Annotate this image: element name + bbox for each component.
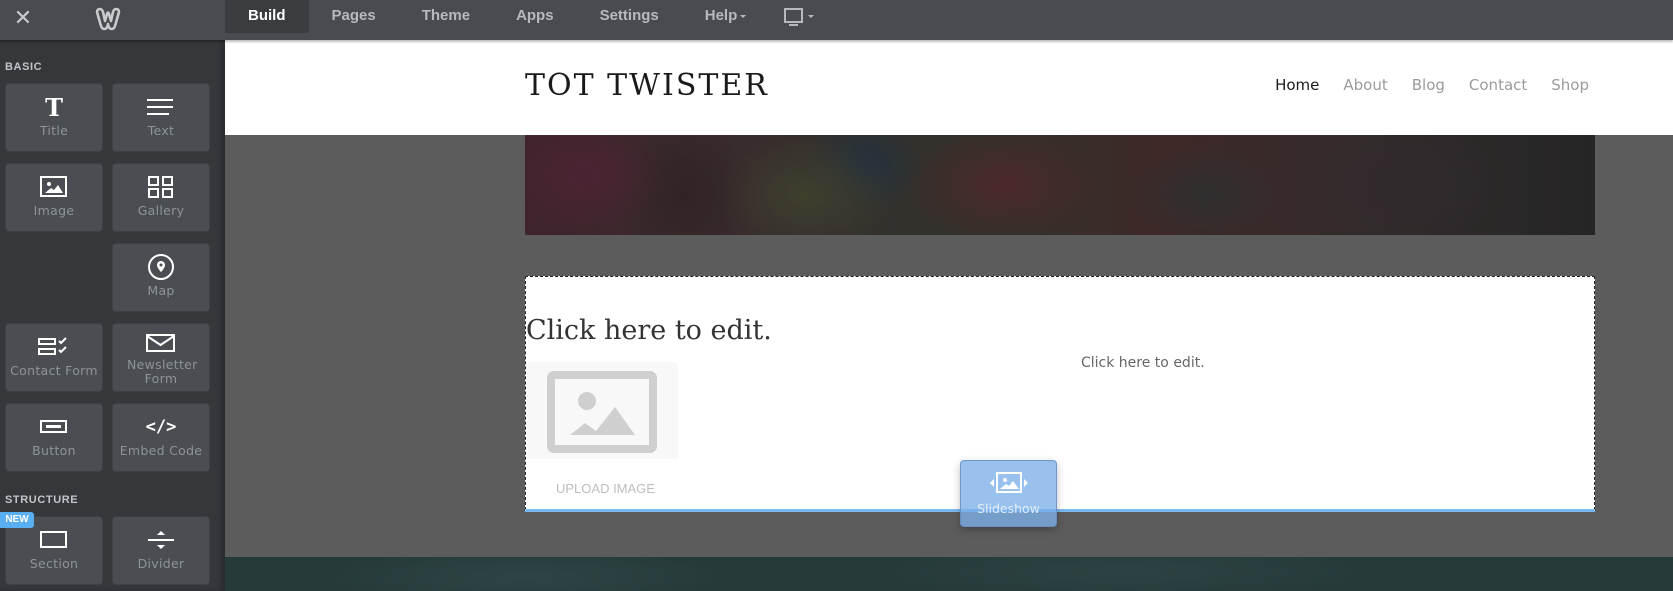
chevron-down-icon [808, 15, 815, 18]
image-placeholder[interactable] [526, 362, 678, 459]
element-label: Contact Form [10, 363, 98, 378]
slideshow-drag-ghost[interactable]: Slideshow [960, 460, 1057, 527]
element-button[interactable]: Button [5, 403, 103, 472]
element-label: Divider [137, 556, 185, 571]
site-header: TOT TWISTER Home About Blog Contact Shop [225, 40, 1673, 135]
editable-heading[interactable]: Click here to edit. [526, 315, 772, 346]
element-label: Gallery [137, 203, 185, 218]
image-placeholder-icon [547, 371, 657, 453]
section-title-basic: BASIC [5, 61, 43, 73]
element-contact-form[interactable]: Contact Form [5, 323, 103, 392]
element-label: Title [39, 123, 69, 138]
tab-help[interactable]: Help [682, 0, 770, 33]
element-label: Map [147, 283, 175, 298]
contact-form-icon [6, 334, 102, 360]
main-nav-tabs: Build Pages Theme Apps Settings Help [225, 0, 828, 33]
hero-banner-image[interactable] [525, 135, 1595, 235]
next-section-background [225, 557, 1673, 591]
hero-overlay [525, 135, 1595, 235]
element-embed-code[interactable]: </> Embed Code [112, 403, 210, 472]
element-label: Image [33, 203, 75, 218]
site-nav: Home About Blog Contact Shop [1251, 76, 1589, 94]
tab-apps[interactable]: Apps [493, 0, 577, 33]
element-label: Section [29, 556, 79, 571]
site-nav-home[interactable]: Home [1275, 76, 1319, 94]
elements-sidebar: BASIC T Title Text Image Gallery Map Con… [0, 40, 225, 591]
site-nav-about[interactable]: About [1343, 76, 1387, 94]
device-preview-button[interactable] [769, 0, 828, 33]
upload-image-link[interactable]: UPLOAD IMAGE [556, 481, 655, 496]
page-canvas: TOT TWISTER Home About Blog Contact Shop… [225, 40, 1673, 591]
element-image[interactable]: Image [5, 163, 103, 232]
title-T-icon: T [45, 92, 63, 122]
section-title-structure: STRUCTURE [5, 494, 79, 506]
site-nav-shop[interactable]: Shop [1551, 76, 1589, 94]
slideshow-icon [961, 471, 1056, 495]
tab-build[interactable]: Build [225, 0, 309, 33]
close-icon: ✕ [13, 6, 33, 31]
chevron-down-icon [740, 14, 747, 18]
element-text[interactable]: Text [112, 83, 210, 152]
text-lines-icon [113, 94, 209, 120]
element-label: Button [32, 443, 76, 458]
editable-paragraph[interactable]: Click here to edit. [1081, 355, 1205, 371]
drop-indicator-line [525, 509, 1595, 512]
map-pin-icon [113, 254, 209, 280]
close-editor-button[interactable]: ✕ [8, 4, 38, 34]
element-label: Text [147, 123, 175, 138]
element-label: Newsletter Form [127, 357, 198, 386]
divider-icon [113, 527, 209, 553]
tab-pages[interactable]: Pages [309, 0, 399, 33]
editor-topbar: ✕ Build Pages Theme Apps Settings Help [0, 0, 1673, 40]
site-nav-contact[interactable]: Contact [1469, 76, 1527, 94]
weebly-logo-icon[interactable] [94, 5, 122, 33]
element-label: Embed Code [119, 443, 203, 458]
code-icon: </> [145, 417, 177, 437]
envelope-icon [113, 330, 209, 356]
help-label: Help [704, 7, 738, 24]
button-icon [6, 414, 102, 440]
image-icon [6, 174, 102, 200]
element-map[interactable]: Map [112, 243, 210, 312]
element-title[interactable]: T Title [5, 83, 103, 152]
element-gallery[interactable]: Gallery [112, 163, 210, 232]
tab-settings[interactable]: Settings [577, 0, 682, 33]
content-edit-block[interactable]: Click here to edit. UPLOAD IMAGE Click h… [525, 276, 1595, 510]
element-newsletter-form[interactable]: Newsletter Form [112, 323, 210, 392]
element-divider[interactable]: Divider [112, 516, 210, 585]
gallery-grid-icon [113, 174, 209, 200]
drag-ghost-label: Slideshow [977, 501, 1040, 516]
site-title[interactable]: TOT TWISTER [525, 68, 769, 103]
section-icon [6, 527, 102, 553]
tab-theme[interactable]: Theme [399, 0, 493, 33]
site-nav-blog[interactable]: Blog [1412, 76, 1445, 94]
new-badge: NEW [0, 512, 34, 528]
desktop-monitor-icon [784, 7, 804, 26]
